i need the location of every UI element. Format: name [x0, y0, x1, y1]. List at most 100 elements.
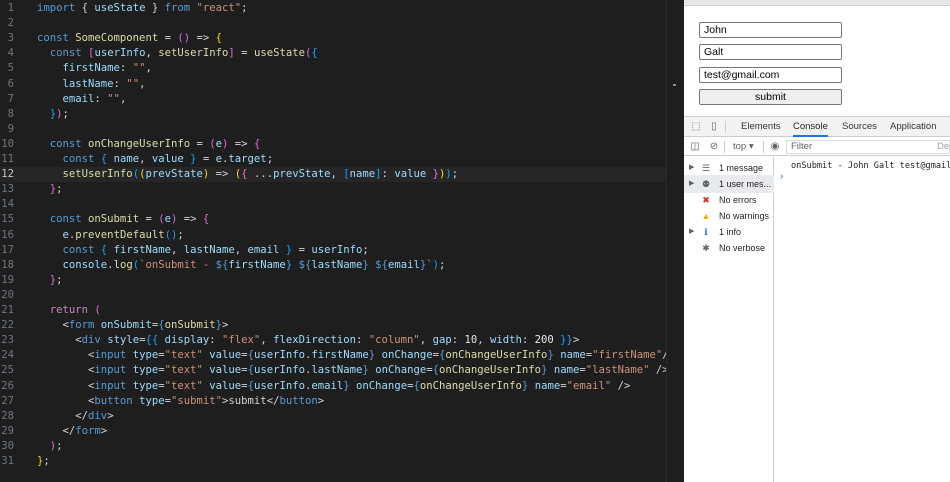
- line-number: 26: [1, 379, 14, 392]
- filter-placeholder: Filter: [791, 141, 813, 152]
- browser-panel: John Galt test@gmail.com submit ⬚ ▯ Elem…: [684, 0, 950, 482]
- code-text: setUserInfo((prevState) => ({ ...prevSta…: [62, 168, 459, 181]
- code-line[interactable]: 16 e.preventDefault();: [0, 228, 676, 243]
- code-line[interactable]: 12 setUserInfo((prevState) => ({ ...prev…: [0, 167, 676, 183]
- device-toggle-icon[interactable]: ▯: [708, 121, 720, 133]
- line-number: 12: [1, 168, 14, 181]
- line-number: 5: [7, 62, 14, 75]
- browser-top-bar: [684, 0, 950, 6]
- console-log-message: onSubmit - John Galt test@gmail.com: [791, 161, 950, 171]
- code-line[interactable]: 22 <form onSubmit={onSubmit}>: [0, 318, 676, 333]
- code-line[interactable]: 26 <input type="text" value={userInfo.em…: [0, 379, 676, 394]
- code-line[interactable]: 28 </div>: [0, 409, 676, 424]
- devtools-panel: ⬚ ▯ Elements Console Sources Application…: [684, 116, 950, 482]
- code-line[interactable]: 21 return (: [0, 303, 676, 318]
- code-line[interactable]: 7 email: "",: [0, 92, 676, 107]
- toolbar-separator-2: [763, 141, 764, 153]
- code-text: const SomeComponent = () => {: [37, 32, 223, 45]
- code-text: const onChangeUserInfo = (e) => {: [49, 137, 261, 150]
- code-line[interactable]: 15 const onSubmit = (e) => {: [0, 212, 676, 227]
- line-number: 10: [1, 137, 14, 150]
- code-line[interactable]: 6 lastName: "",: [0, 77, 676, 92]
- inspect-element-icon[interactable]: ⬚: [690, 121, 702, 133]
- last-name-input[interactable]: Galt: [699, 44, 842, 60]
- eye-icon[interactable]: ◉: [769, 141, 781, 153]
- code-line[interactable]: 2: [0, 16, 676, 31]
- code-line[interactable]: 29 </form>: [0, 424, 676, 439]
- line-number: 28: [1, 409, 14, 422]
- sidebar-toggle-icon[interactable]: ◫: [689, 141, 701, 153]
- code-text: };: [49, 183, 63, 196]
- tab-elements[interactable]: Elements: [741, 117, 781, 137]
- submit-button[interactable]: submit: [699, 89, 842, 105]
- line-number: 16: [1, 228, 14, 241]
- code-editor[interactable]: 1 import { useState } from "react"; 2 3 cons…: [0, 0, 676, 482]
- line-number: 21: [1, 304, 14, 316]
- code-line[interactable]: 31};: [0, 454, 676, 469]
- first-name-input[interactable]: John: [699, 22, 842, 38]
- code-line[interactable]: 17 const { firstName, lastName, email } …: [0, 243, 676, 258]
- code-text: const onSubmit = (e) => {: [49, 213, 210, 226]
- line-number: 1: [7, 2, 14, 14]
- line-number: 11: [1, 153, 14, 165]
- tab-application[interactable]: Application: [890, 117, 936, 137]
- console-toolbar: ◫ ⊘ top ▾ ◉ Filter De: [684, 138, 950, 156]
- code-line[interactable]: 19 };: [0, 273, 676, 288]
- code-line[interactable]: 27 <button type="submit">submit</button>: [0, 394, 676, 409]
- line-number: 25: [1, 364, 14, 377]
- code-text: <div style={{ display: "flex", flexDirec…: [75, 334, 580, 347]
- code-line[interactable]: 4 const [userInfo, setUserInfo] = useSta…: [0, 46, 676, 61]
- line-number: 18: [1, 258, 14, 271]
- default-levels-dropdown[interactable]: De: [937, 141, 949, 152]
- line-number: 15: [1, 213, 14, 226]
- sidebar-item-icon: ✱: [702, 243, 710, 253]
- context-selector[interactable]: top ▾: [733, 138, 754, 156]
- code-line[interactable]: 8 });: [0, 107, 676, 122]
- code-text: const [userInfo, setUserInfo] = useState…: [49, 47, 318, 60]
- code-text: </div>: [75, 409, 114, 422]
- code-line[interactable]: 10 const onChangeUserInfo = (e) => {: [0, 137, 676, 152]
- code-line[interactable]: 25 <input type="text" value={userInfo.la…: [0, 363, 676, 378]
- tab-console[interactable]: Console: [793, 117, 828, 137]
- sidebar-item-label: No verbose: [719, 243, 766, 253]
- code-line[interactable]: 3 const SomeComponent = () => {: [0, 31, 676, 46]
- line-number: 4: [7, 47, 14, 60]
- line-number: 30: [1, 439, 14, 452]
- line-number: 2: [7, 17, 14, 30]
- line-number: 6: [7, 77, 14, 90]
- clear-console-icon[interactable]: ⊘: [708, 141, 720, 153]
- console-filter-input[interactable]: Filter De: [786, 140, 950, 154]
- line-number: 24: [1, 349, 14, 362]
- code-text: });: [49, 107, 69, 120]
- code-text: <button type="submit">submit</button>: [88, 394, 325, 407]
- code-line[interactable]: 11 const { name, value } = e.target;: [0, 152, 676, 167]
- code-line[interactable]: 1 import { useState } from "react";: [0, 1, 676, 16]
- code-text: <form onSubmit={onSubmit}>: [62, 319, 229, 332]
- editor-scrollbar[interactable]: [666, 0, 676, 482]
- line-number: 13: [1, 183, 14, 196]
- console-prompt-icon[interactable]: ›: [780, 171, 783, 182]
- code-line[interactable]: 23 <div style={{ display: "flex", flexDi…: [0, 333, 676, 348]
- code-text: import { useState } from "react";: [37, 2, 248, 14]
- console-sidebar: ▶ ☰ 1 message ▶ ⚉ 1 user mes... ✖ No errors ▲ No …: [684, 157, 774, 482]
- tab-separator: [725, 121, 726, 133]
- line-number: 20: [1, 288, 14, 301]
- console-sidebar-item[interactable]: ✱ No verbose: [684, 239, 774, 257]
- code-line[interactable]: 24 <input type="text" value={userInfo.fi…: [0, 348, 676, 363]
- code-text: );: [49, 439, 63, 452]
- code-text: };: [37, 455, 50, 467]
- code-line[interactable]: 20: [0, 288, 676, 303]
- code-line[interactable]: 9: [0, 122, 676, 137]
- code-line[interactable]: 13 };: [0, 182, 676, 197]
- line-number: 23: [1, 334, 14, 347]
- code-text: email: "",: [62, 92, 127, 105]
- email-input[interactable]: test@gmail.com: [699, 67, 842, 83]
- code-line[interactable]: 14: [0, 197, 676, 212]
- line-number: 29: [1, 424, 14, 437]
- code-text: const { firstName, lastName, email } = u…: [62, 243, 369, 256]
- code-line[interactable]: 18 console.log(`onSubmit - ${firstName} …: [0, 258, 676, 273]
- code-line[interactable]: 5 firstName: "",: [0, 61, 676, 76]
- tab-sources[interactable]: Sources: [842, 117, 877, 137]
- code-line[interactable]: 30 );: [0, 439, 676, 454]
- line-number: 7: [7, 92, 14, 105]
